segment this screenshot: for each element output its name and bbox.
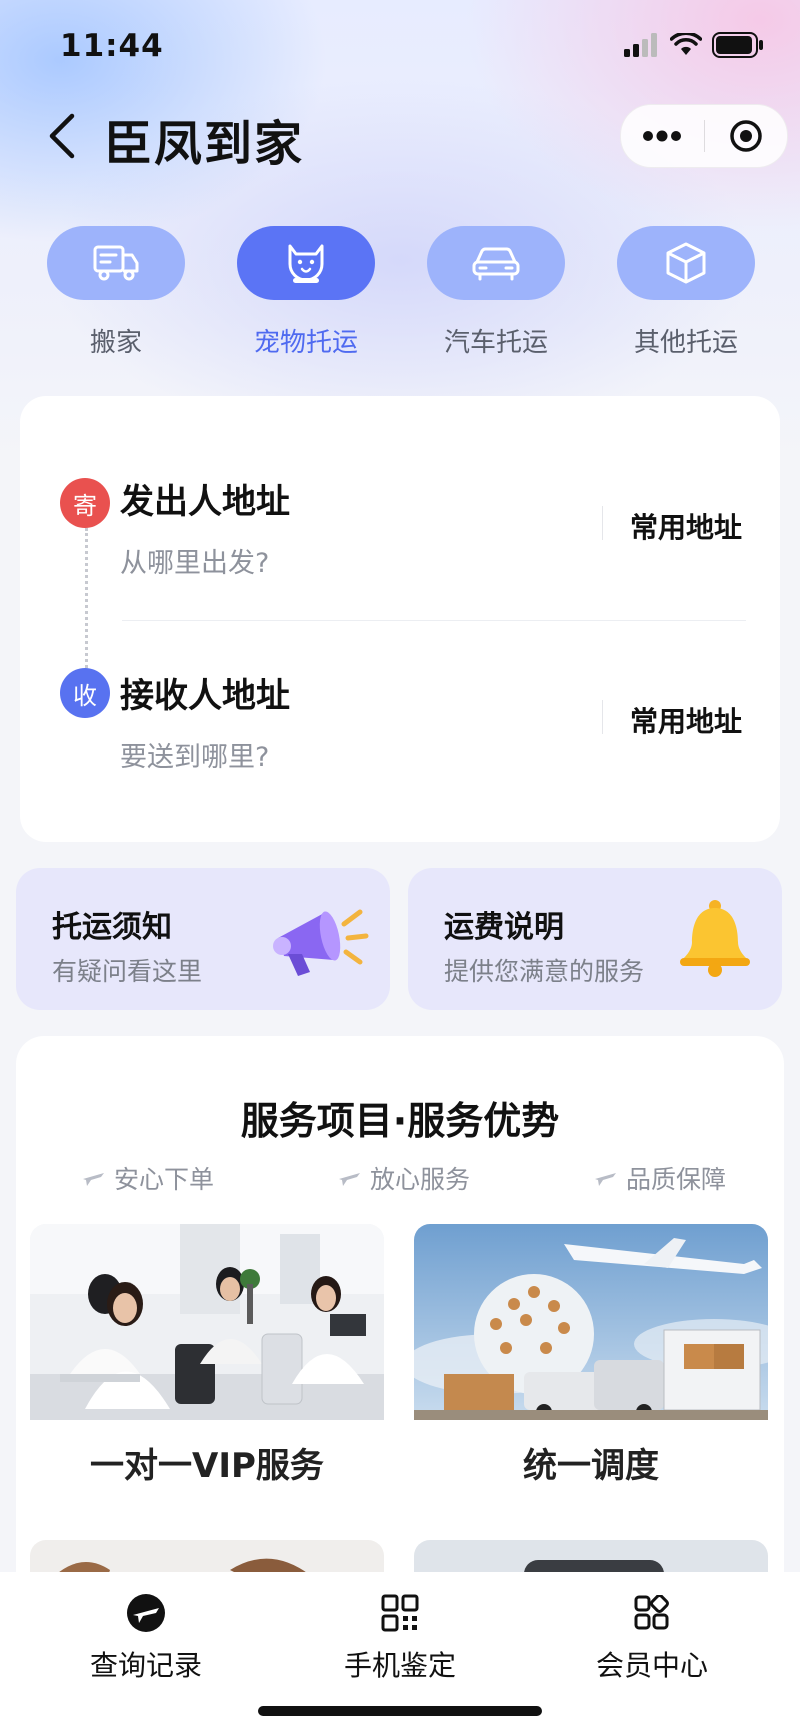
receiver-title: 接收人地址 [120,676,290,716]
close-miniprogram-button[interactable] [705,105,788,167]
call-center-photo[interactable] [30,1224,384,1420]
receiver-common-address-link[interactable]: 常用地址 [630,700,742,740]
receiver-address-field[interactable]: 接收人地址 要送到哪里? [120,668,580,778]
target-close-icon [730,120,762,152]
tip-subtitle: 提供您满意的服务 [444,957,645,986]
address-separator [122,620,746,621]
tip-subtitle: 有疑问看这里 [52,957,203,986]
category-label: 宠物托运 [253,328,358,358]
category-moving[interactable]: 搬家 [46,226,186,359]
box-icon [666,242,706,284]
sender-address-field[interactable]: 发出人地址 从哪里出发? [120,474,580,584]
category-pill [617,226,755,300]
more-button[interactable] [621,105,704,167]
feature-label: 放心服务 [370,1165,471,1194]
category-label: 汽车托运 [443,328,548,358]
tab-query-records[interactable]: 查询记录 [46,1592,246,1684]
category-pill [47,226,185,300]
service-label: 统一调度 [523,1446,659,1486]
category-pill [237,226,375,300]
tab-member-center[interactable]: 会员中心 [552,1592,752,1684]
route-dotted-line [85,528,88,668]
sender-badge: 寄 [60,478,110,528]
sender-common-address-link[interactable]: 常用地址 [630,506,742,546]
tab-label: 会员中心 [595,1649,708,1682]
feature-label: 安心下单 [114,1165,215,1194]
divider [602,506,603,540]
fee-explanation-card[interactable]: 运费说明 提供您满意的服务 [408,868,782,1010]
page-title: 臣凤到家 [104,116,305,172]
tip-title: 托运须知 [52,910,172,945]
category-other[interactable]: 其他托运 [616,226,756,359]
divider [602,700,603,734]
plane-small-icon [595,1173,616,1186]
sender-placeholder: 从哪里出发? [120,548,270,579]
status-icons [624,32,764,58]
apps-icon [634,1595,669,1630]
bell-icon [680,900,750,977]
sender-badge-text: 寄 [73,491,97,520]
tab-label: 查询记录 [89,1649,202,1682]
category-pill [427,226,565,300]
feature-label: 品质保障 [626,1165,727,1194]
home-indicator [258,1706,542,1716]
more-dots-icon [643,130,682,142]
qr-grid-icon [381,1594,419,1632]
pet-icon [288,244,324,283]
back-icon[interactable] [44,108,84,164]
megaphone-icon [273,909,369,976]
plane-small-icon [83,1173,104,1186]
wifi-icon [670,33,702,55]
receiver-badge: 收 [60,668,110,718]
signal-icon [624,33,657,57]
shipping-notice-card[interactable]: 托运须知 有疑问看这里 [16,868,390,1010]
category-label: 其他托运 [633,328,738,358]
car-icon [472,247,520,281]
battery-icon [712,32,763,58]
tab-label: 手机鉴定 [343,1649,456,1682]
category-car[interactable]: 汽车托运 [426,226,566,359]
receiver-placeholder: 要送到哪里? [120,742,270,773]
service-label: 一对一VIP服务 [90,1446,324,1486]
plane-small-icon [339,1173,360,1186]
sender-title: 发出人地址 [120,482,290,522]
feature-item: 放心服务 [338,1160,470,1196]
logistics-photo[interactable] [414,1224,768,1420]
mini-program-capsule [620,104,788,168]
receiver-badge-text: 收 [73,681,97,710]
tip-title: 运费说明 [444,910,564,945]
category-pet[interactable]: 宠物托运 [236,226,376,359]
category-label: 搬家 [89,328,142,358]
truck-icon [93,245,139,281]
tab-phone-appraisal[interactable]: 手机鉴定 [300,1592,500,1684]
feature-item: 安心下单 [82,1160,214,1196]
plane-icon [127,1594,165,1632]
status-time: 11:44 [60,28,164,64]
services-title: 服务项目·服务优势 [240,1099,560,1143]
feature-item: 品质保障 [594,1160,726,1196]
